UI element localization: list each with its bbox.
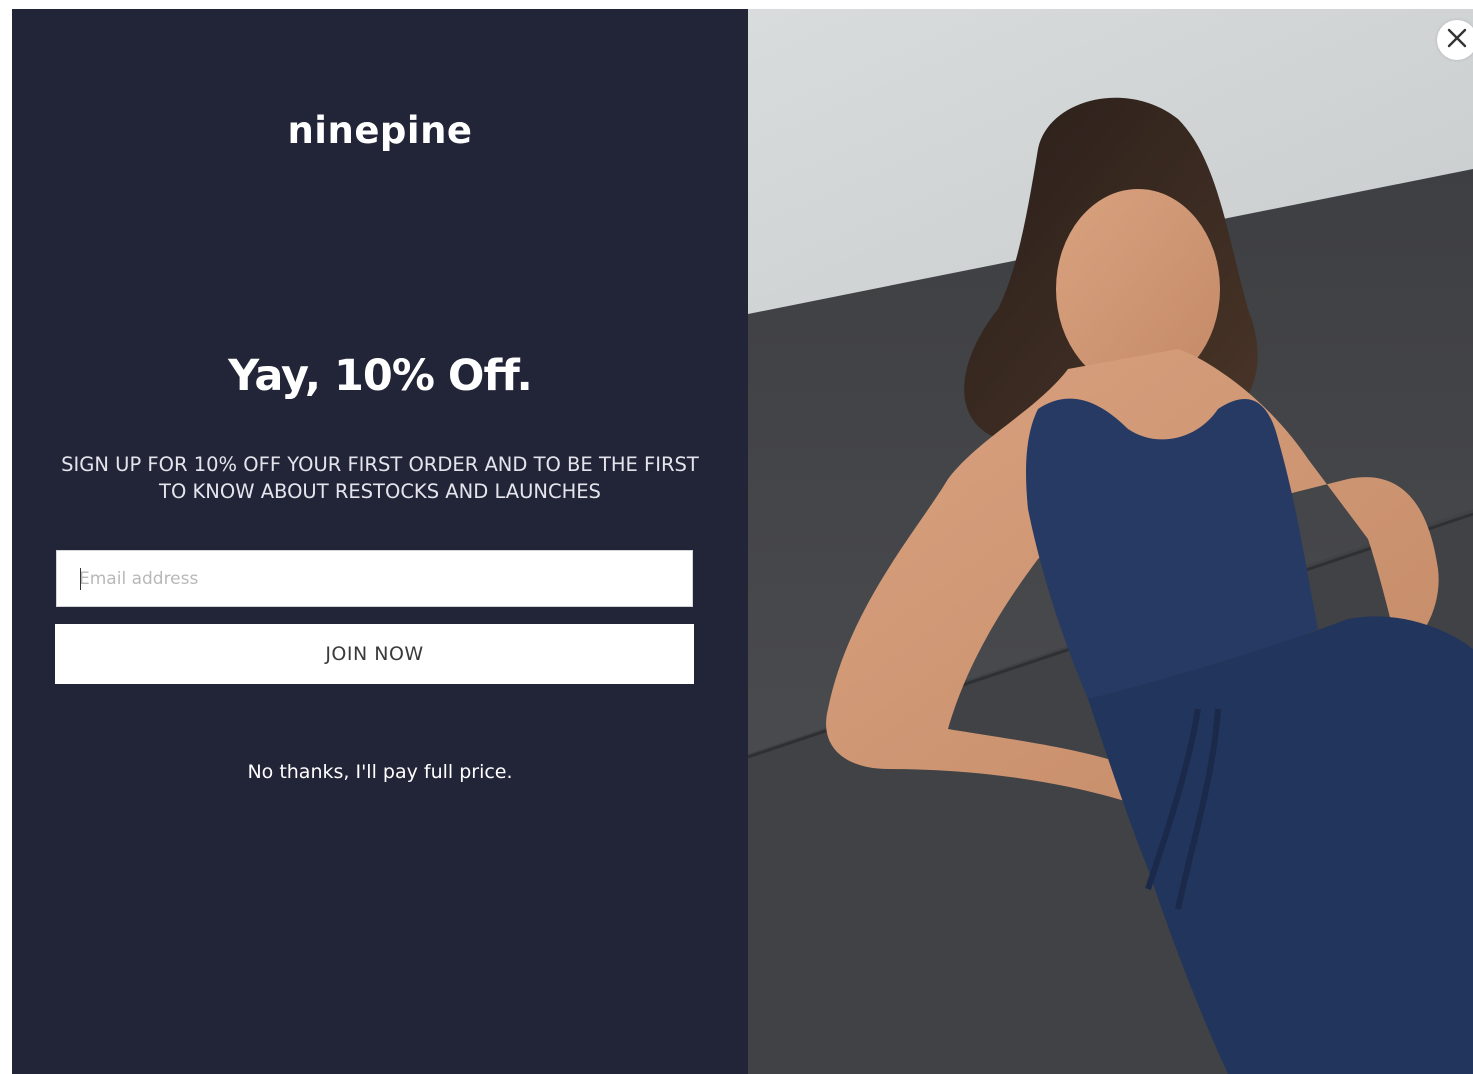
close-icon (1446, 27, 1468, 54)
offer-headline: Yay, 10% Off. (228, 351, 533, 401)
close-button[interactable] (1437, 20, 1473, 60)
text-caret (80, 568, 81, 590)
join-now-button[interactable]: JOIN NOW (55, 624, 694, 684)
email-input[interactable] (57, 551, 692, 606)
brand-logo: ninepine (287, 109, 473, 152)
signup-modal: ninepine Yay, 10% Off. SIGN UP FOR 10% O… (12, 9, 1473, 1074)
decline-link[interactable]: No thanks, I'll pay full price. (12, 761, 748, 783)
email-field[interactable] (56, 550, 693, 607)
offer-subtext: SIGN UP FOR 10% OFF YOUR FIRST ORDER AND… (61, 453, 699, 503)
photo-illustration (748, 9, 1473, 1074)
model-photo (748, 9, 1473, 1074)
signup-panel: ninepine Yay, 10% Off. SIGN UP FOR 10% O… (12, 9, 748, 1074)
